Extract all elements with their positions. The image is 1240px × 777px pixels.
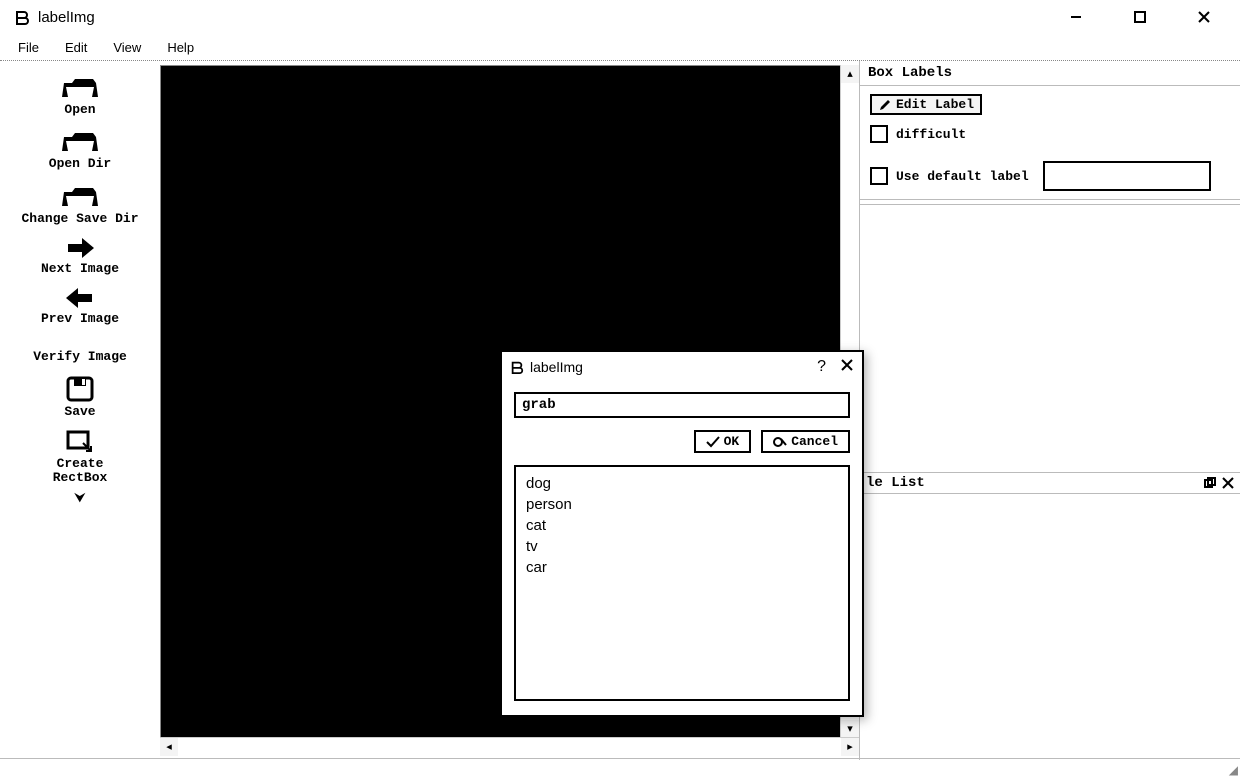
- menu-edit[interactable]: Edit: [59, 38, 93, 57]
- default-label-input[interactable]: [1043, 161, 1211, 191]
- folder-open-icon: [60, 182, 100, 210]
- sidebar-toolbar: Open Open Dir Change Save Dir Next Image: [0, 61, 160, 760]
- list-item[interactable]: dog: [526, 473, 838, 494]
- panel-title: Box Labels: [860, 61, 1240, 86]
- file-list[interactable]: [860, 494, 1240, 761]
- box-label-list[interactable]: [860, 204, 1240, 472]
- statusbar: ◢: [0, 758, 1240, 777]
- tool-label: Change Save Dir: [21, 212, 138, 226]
- use-default-label-text: Use default label: [896, 169, 1029, 184]
- panel-close-icon[interactable]: [1222, 477, 1234, 489]
- window-title: labelImg: [38, 9, 95, 26]
- button-label: OK: [724, 434, 740, 449]
- app-icon: [510, 360, 524, 374]
- file-list-panel-title: le List: [860, 472, 1240, 494]
- button-label: Edit Label: [896, 97, 974, 112]
- arrow-left-icon: [64, 286, 96, 310]
- list-item[interactable]: cat: [526, 515, 838, 536]
- difficult-label: difficult: [896, 127, 966, 142]
- tool-label: Create RectBox: [53, 457, 108, 486]
- right-panel: Box Labels Edit Label difficult U: [859, 61, 1240, 760]
- label-options-list[interactable]: dog person cat tv car: [514, 465, 850, 701]
- dialog-help-button[interactable]: ?: [817, 358, 826, 376]
- tool-create-rectbox[interactable]: Create RectBox: [0, 423, 160, 488]
- menu-help[interactable]: Help: [161, 38, 200, 57]
- edit-label-button[interactable]: Edit Label: [870, 94, 982, 115]
- scroll-down-icon[interactable]: ▾: [841, 720, 859, 738]
- tool-label: Prev Image: [41, 312, 119, 326]
- check-icon: [706, 436, 720, 448]
- tool-label: Verify Image: [33, 350, 127, 364]
- file-list-title-text: le List: [866, 475, 925, 491]
- minimize-button[interactable]: [1062, 3, 1090, 31]
- scroll-left-icon[interactable]: ◂: [160, 738, 178, 756]
- tool-save[interactable]: Save: [0, 369, 160, 421]
- cancel-button[interactable]: Cancel: [761, 430, 850, 453]
- arrow-right-icon: [64, 236, 96, 260]
- tool-label: Next Image: [41, 262, 119, 276]
- create-rectbox-icon: [65, 429, 95, 455]
- menu-file[interactable]: File: [12, 38, 45, 57]
- menu-view[interactable]: View: [107, 38, 147, 57]
- dialog-title: labelImg: [530, 359, 583, 375]
- tool-prev-image[interactable]: Prev Image: [0, 280, 160, 328]
- tool-open-dir[interactable]: Open Dir: [0, 121, 160, 173]
- folder-open-icon: [60, 73, 100, 101]
- pencil-icon: [878, 98, 892, 112]
- horizontal-scrollbar[interactable]: ◂ ▸: [160, 737, 859, 756]
- maximize-button[interactable]: [1126, 3, 1154, 31]
- list-item[interactable]: tv: [526, 536, 838, 557]
- close-button[interactable]: [1190, 3, 1218, 31]
- scroll-right-icon[interactable]: ▸: [841, 738, 859, 756]
- panel-float-icon[interactable]: [1204, 477, 1216, 489]
- resize-grip-icon[interactable]: ◢: [1229, 763, 1238, 777]
- use-default-label-checkbox[interactable]: [870, 167, 888, 185]
- tool-label: Open: [64, 103, 95, 117]
- list-item[interactable]: car: [526, 557, 838, 578]
- list-item[interactable]: person: [526, 494, 838, 515]
- box-labels-panel: Box Labels Edit Label difficult U: [860, 61, 1240, 200]
- folder-open-icon: [60, 127, 100, 155]
- label-dialog: labelImg ? OK: [500, 350, 864, 717]
- ok-button[interactable]: OK: [694, 430, 752, 453]
- label-input[interactable]: [514, 392, 850, 418]
- cancel-icon: [773, 436, 787, 448]
- tool-label: Save: [64, 405, 95, 419]
- titlebar: labelImg: [0, 0, 1240, 34]
- save-icon: [65, 375, 95, 403]
- dialog-titlebar: labelImg ?: [502, 352, 862, 382]
- menubar: File Edit View Help: [0, 34, 1240, 61]
- tool-verify-image[interactable]: Verify Image: [0, 330, 160, 366]
- tool-label: Open Dir: [49, 157, 111, 171]
- tool-next-image[interactable]: Next Image: [0, 230, 160, 278]
- difficult-checkbox[interactable]: [870, 125, 888, 143]
- tool-change-save-dir[interactable]: Change Save Dir: [0, 176, 160, 228]
- sidebar-more-icon[interactable]: ⮟: [74, 490, 86, 504]
- scroll-up-icon[interactable]: ▴: [841, 65, 859, 83]
- dialog-close-button[interactable]: [840, 358, 854, 376]
- tool-open[interactable]: Open: [0, 67, 160, 119]
- app-icon: [14, 9, 30, 25]
- button-label: Cancel: [791, 434, 838, 449]
